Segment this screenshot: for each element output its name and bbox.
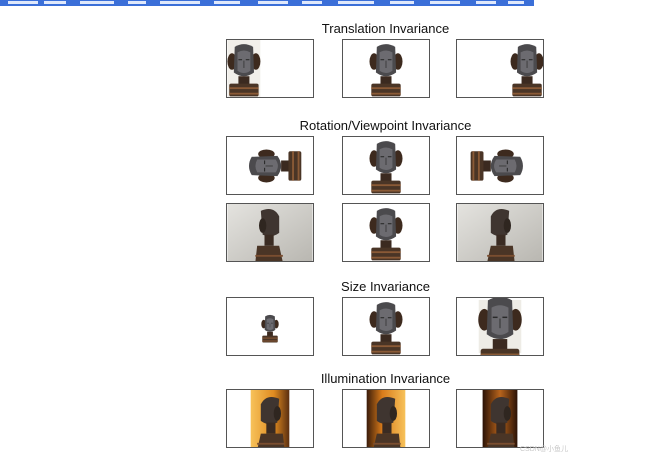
- image-frame: [226, 136, 314, 195]
- image-frame: [226, 39, 314, 98]
- image-frame: [226, 297, 314, 356]
- image-frame: [456, 136, 544, 195]
- image-frame: [456, 39, 544, 98]
- image-frame: [342, 297, 430, 356]
- section-title-illumination: Illumination Invariance: [320, 371, 451, 386]
- image-frame: [456, 203, 544, 262]
- image-frame: [342, 203, 430, 262]
- statue-figure-icon: [368, 140, 404, 194]
- image-frame: [342, 389, 430, 448]
- image-frame: [342, 39, 430, 98]
- section-title-size: Size Invariance: [341, 279, 430, 294]
- banner-dash: [160, 1, 200, 4]
- statue-figure-icon: [248, 148, 302, 184]
- banner-dash: [44, 1, 66, 4]
- image-frame: [456, 389, 544, 448]
- banner-dash: [258, 1, 288, 4]
- statue-figure-icon: [509, 43, 543, 97]
- statue-figure-icon: [368, 43, 404, 97]
- banner-dash: [476, 1, 496, 4]
- statue-figure-icon: [457, 204, 543, 261]
- image-frame: [342, 136, 430, 195]
- statue-figure-icon: [482, 390, 518, 447]
- banner-dash: [128, 1, 146, 4]
- watermark: CSDN@小鱼儿: [520, 446, 568, 453]
- statue-figure-icon: [227, 40, 261, 97]
- banner-dash: [214, 1, 240, 4]
- banner-dash: [508, 1, 524, 4]
- statue-figure-icon: [470, 148, 524, 184]
- statue-figure-icon: [368, 301, 404, 355]
- statue-figure-icon: [250, 390, 290, 447]
- banner-dash: [390, 1, 414, 4]
- statue-figure-icon: [227, 204, 313, 261]
- image-frame: [226, 203, 314, 262]
- banner-dash: [8, 1, 38, 4]
- banner-dash: [80, 1, 114, 4]
- banner-dash: [338, 1, 374, 4]
- image-frame: [456, 297, 544, 356]
- top-banner-strip: [0, 0, 534, 6]
- statue-figure-icon: [261, 314, 279, 343]
- statue-figure-icon: [368, 207, 404, 261]
- section-title-rotation: Rotation/Viewpoint Invariance: [299, 118, 472, 133]
- statue-figure-icon: [366, 390, 406, 447]
- banner-dash: [430, 1, 460, 4]
- section-title-translation: Translation Invariance: [321, 21, 450, 36]
- banner-dash: [302, 1, 322, 4]
- statue-figure-icon: [477, 298, 523, 355]
- image-frame: [226, 389, 314, 448]
